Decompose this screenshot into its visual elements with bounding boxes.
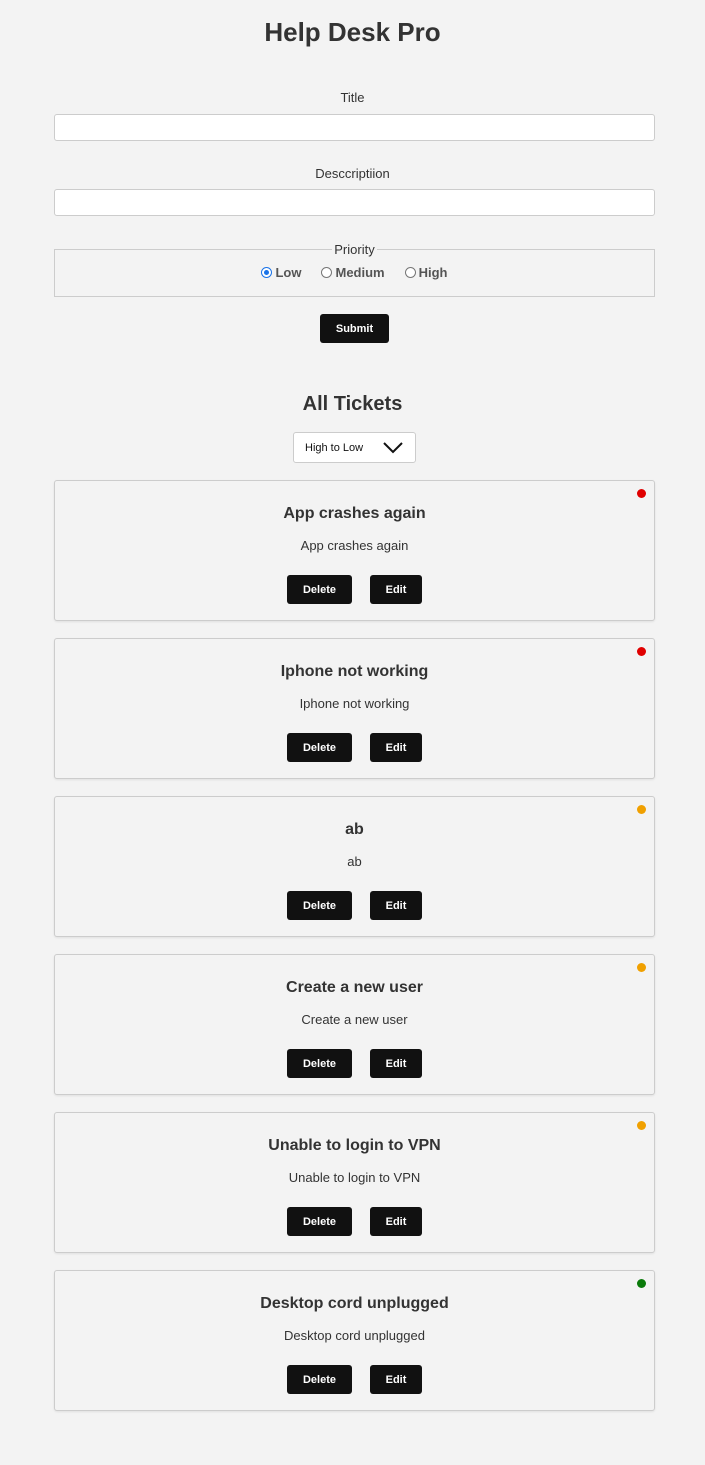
priority-radio-low[interactable]: Low: [261, 265, 301, 280]
description-input[interactable]: [54, 189, 655, 216]
priority-indicator-dot: [637, 963, 646, 972]
priority-indicator-dot: [637, 805, 646, 814]
ticket-title: Unable to login to VPN: [268, 1137, 441, 1154]
priority-option-label: Low: [275, 265, 302, 280]
ticket-card: App crashes again App crashes again Dele…: [54, 480, 655, 621]
ticket-actions: Delete Edit: [55, 575, 654, 604]
sort-select[interactable]: High to Low: [293, 432, 416, 463]
ticket-title: Iphone not working: [280, 663, 429, 680]
ticket-title: Create a new user: [286, 979, 423, 996]
radio-button-icon[interactable]: [261, 267, 273, 278]
ticket-card: Create a new user Create a new user Dele…: [54, 954, 655, 1095]
ticket-title: App crashes again: [283, 505, 426, 522]
edit-button[interactable]: Edit: [370, 575, 422, 604]
priority-fieldset: Priority Low Medium High: [54, 242, 655, 297]
ticket-description: App crashes again: [300, 538, 409, 553]
sort-select-value: High to Low: [305, 442, 364, 454]
ticket-title: ab: [345, 821, 364, 838]
priority-legend: Priority: [55, 242, 654, 258]
radio-button-icon[interactable]: [321, 267, 333, 278]
delete-button[interactable]: Delete: [287, 575, 352, 604]
ticket-actions: Delete Edit: [55, 733, 654, 762]
delete-button[interactable]: Delete: [287, 891, 352, 920]
priority-option-label: Medium: [335, 265, 385, 280]
tickets-heading: All Tickets: [302, 393, 403, 415]
delete-button[interactable]: Delete: [287, 1049, 352, 1078]
title-label: Title: [340, 90, 365, 105]
title-input[interactable]: [54, 114, 655, 141]
ticket-description: ab: [347, 854, 362, 869]
radio-button-icon[interactable]: [404, 267, 416, 278]
ticket-card: ab ab Delete Edit: [54, 796, 655, 937]
ticket-description: Desktop cord unplugged: [284, 1328, 425, 1343]
priority-indicator-dot: [637, 489, 646, 498]
ticket-description: Create a new user: [301, 1012, 408, 1027]
ticket-card: Unable to login to VPN Unable to login t…: [54, 1112, 655, 1253]
ticket-card: Desktop cord unplugged Desktop cord unpl…: [54, 1270, 655, 1411]
edit-button[interactable]: Edit: [370, 1049, 422, 1078]
priority-indicator-dot: [637, 1121, 646, 1130]
priority-indicator-dot: [637, 1279, 646, 1288]
submit-button[interactable]: Submit: [320, 314, 389, 343]
ticket-description: Iphone not working: [299, 696, 410, 711]
priority-legend-text: Priority: [332, 242, 377, 257]
ticket-actions: Delete Edit: [55, 1207, 654, 1236]
app-title: Help Desk Pro: [264, 17, 441, 47]
edit-button[interactable]: Edit: [370, 733, 422, 762]
edit-button[interactable]: Edit: [370, 1365, 422, 1394]
ticket-actions: Delete Edit: [55, 891, 654, 920]
edit-button[interactable]: Edit: [370, 891, 422, 920]
ticket-description: Unable to login to VPN: [288, 1170, 421, 1185]
priority-indicator-dot: [637, 647, 646, 656]
delete-button[interactable]: Delete: [287, 1365, 352, 1394]
description-label: Desccriptiion: [315, 166, 390, 181]
ticket-actions: Delete Edit: [55, 1365, 654, 1394]
priority-radio-group: Low Medium High: [55, 265, 654, 280]
priority-option-label: High: [418, 265, 448, 280]
chevron-down-icon: [383, 442, 403, 454]
delete-button[interactable]: Delete: [287, 1207, 352, 1236]
tickets-list: App crashes again App crashes again Dele…: [54, 480, 655, 1428]
ticket-actions: Delete Edit: [55, 1049, 654, 1078]
priority-radio-medium[interactable]: Medium: [321, 265, 385, 280]
priority-radio-high[interactable]: High: [404, 265, 448, 280]
edit-button[interactable]: Edit: [370, 1207, 422, 1236]
ticket-title: Desktop cord unplugged: [260, 1295, 449, 1312]
delete-button[interactable]: Delete: [287, 733, 352, 762]
ticket-card: Iphone not working Iphone not working De…: [54, 638, 655, 779]
